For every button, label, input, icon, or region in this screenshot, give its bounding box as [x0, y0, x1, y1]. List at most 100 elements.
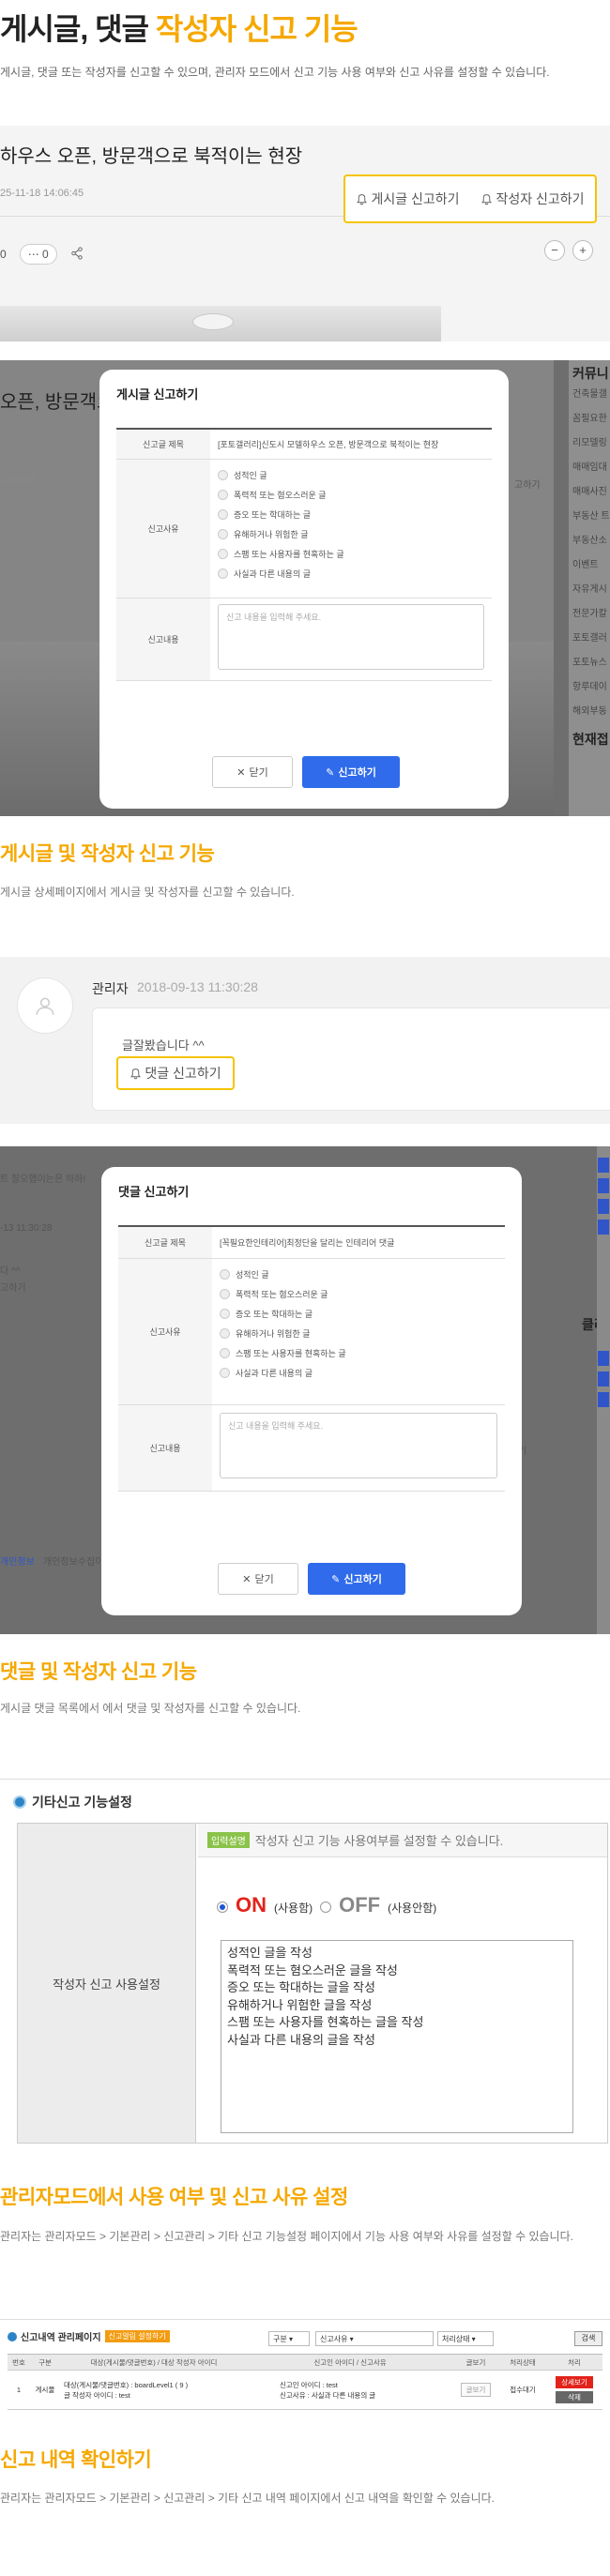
reason-line: 사실과 다른 내용의 글을 작성	[227, 2032, 375, 2047]
reason-row: 신고사유 성적인 글 폭력적 또는 혐오스러운 글 증오 또는 학대하는 글 유해하거…	[116, 460, 492, 599]
reason-option[interactable]: 증오 또는 학대하는 글	[218, 505, 484, 524]
submit-label: 신고하기	[343, 1574, 382, 1585]
sidebar-item[interactable]: 전문가칼	[569, 602, 610, 627]
radio-button[interactable]	[218, 490, 228, 500]
reason-options: 성적인 글폭력적 또는 혐오스러운 글증오 또는 학대하는 글유해하거나 위험한…	[210, 460, 492, 598]
status-filter-select[interactable]: 처리상태 ▾	[437, 2331, 494, 2346]
reason-filter-select[interactable]: 신고사유 ▾	[315, 2331, 434, 2346]
zoom-out-button[interactable]: −	[544, 240, 565, 261]
reason-option[interactable]: 폭력적 또는 혐오스러운 글	[218, 485, 484, 505]
submit-report-button[interactable]: ✎ 신고하기	[302, 756, 400, 788]
off-sub-label: (사용안함)	[388, 1902, 437, 1915]
reason-line: 폭력적 또는 혐오스러운 글을 작성	[227, 1962, 398, 1977]
sidebar-item[interactable]: 매매사진	[569, 480, 610, 505]
report-author-label: 작성자 신고하기	[496, 191, 585, 206]
sidebar-item[interactable]: 항루데이	[569, 675, 610, 700]
post-title: 하우스 오픈, 방문객으로 북적이는 현장	[0, 146, 303, 167]
sidebar-item[interactable]: 해외부동	[569, 700, 610, 724]
submit-report-button[interactable]: ✎ 신고하기	[308, 1563, 405, 1595]
reason-option[interactable]: 성적인 글	[218, 465, 484, 485]
radio-button[interactable]	[220, 1269, 230, 1280]
reason-label: 유해하거나 위험한 글	[234, 530, 309, 539]
report-post-button[interactable]: 게시글 신고하기	[356, 189, 460, 208]
background-line: 고하기	[0, 1283, 26, 1294]
close-button[interactable]: ✕ 닫기	[218, 1563, 298, 1595]
reason-option[interactable]: 성적인 글	[220, 1265, 497, 1284]
sidebar-footer: 현재접	[572, 732, 609, 747]
post-counters: 0 ⋯ 0	[0, 244, 84, 265]
sidebar-item[interactable]: 포토뉴스	[569, 651, 610, 675]
reason-label: 폭력적 또는 혐오스러운 글	[236, 1290, 328, 1299]
report-author-button[interactable]: 작성자 신고하기	[480, 189, 585, 208]
detail-button[interactable]: 상세보기	[556, 2376, 593, 2388]
reason-label: 유해하거나 위험한 글	[236, 1329, 311, 1339]
reason-row: 신고사유 성적인 글 폭력적 또는 혐오스러운 글 증오 또는 학대하는 글 유해하거…	[118, 1259, 505, 1405]
reason-option[interactable]: 유해하거나 위험한 글	[220, 1324, 497, 1343]
radio-button[interactable]	[220, 1289, 230, 1299]
reason-option[interactable]: 증오 또는 학대하는 글	[220, 1304, 497, 1324]
close-button[interactable]: ✕ 닫기	[212, 756, 293, 788]
type-filter-select[interactable]: 구분 ▾	[268, 2331, 310, 2346]
reasons-textarea[interactable]: 성적인 글을 작성 폭력적 또는 혐오스러운 글을 작성 증오 또는 학대하는 글을…	[221, 1940, 573, 2133]
background-line: -13 11:30:28	[0, 1223, 53, 1234]
sidebar-item[interactable]: 부동산소	[569, 529, 610, 553]
help-text: 작성자 신고 기능 사용여부를 설정할 수 있습니다.	[254, 1834, 504, 1848]
background-badge	[598, 1199, 609, 1214]
subject-label: 신고글 제목	[116, 430, 210, 459]
radio-button[interactable]	[220, 1368, 230, 1378]
content-label: 신고내용	[116, 599, 210, 680]
reason-label: 성적인 글	[234, 471, 267, 480]
radio-button[interactable]	[218, 529, 228, 539]
radio-button[interactable]	[218, 568, 228, 579]
reason-option[interactable]: 유해하거나 위험한 글	[218, 524, 484, 544]
notify-setting-button[interactable]: 신고알림 설정하기	[104, 2330, 170, 2342]
sidebar-item[interactable]: 매매임대	[569, 456, 610, 480]
close-label: 닫기	[254, 1574, 274, 1585]
background-link: 개인정보수집이	[43, 1557, 104, 1568]
user-icon	[36, 997, 54, 1015]
radio-button[interactable]	[218, 470, 228, 480]
zoom-in-button[interactable]: +	[572, 240, 593, 261]
content-textarea[interactable]: 신고 내용을 입력해 주세요.	[218, 604, 484, 670]
delete-button[interactable]: 삭제	[556, 2391, 593, 2403]
sidebar-item[interactable]: 이벤트	[569, 553, 610, 578]
sidebar-item[interactable]: 부동산 트	[569, 505, 610, 529]
sidebar-item[interactable]: 포토갤러	[569, 627, 610, 651]
sidebar-item[interactable]: 리모델링	[569, 432, 610, 456]
comment-count-button[interactable]: ⋯ 0	[19, 244, 57, 265]
reason-option[interactable]: 스팸 또는 사용자를 현혹하는 글	[220, 1343, 497, 1363]
avatar	[17, 977, 73, 1034]
sidebar-item[interactable]: 건축물갤	[569, 383, 610, 407]
radio-button[interactable]	[218, 549, 228, 559]
share-icon[interactable]	[70, 246, 84, 263]
radio-off[interactable]	[320, 1902, 332, 1913]
comment-view-screenshot: 관리자 2018-09-13 11:30:28 글잘봤습니다 ^^ 댓글 신고하…	[0, 957, 610, 1124]
section-list-description: 관리자는 관리자모드 > 기본관리 > 신고관리 > 기타 신고 내역 페이지에…	[0, 2492, 496, 2505]
search-button[interactable]: 검색	[574, 2331, 602, 2346]
reason-option[interactable]: 사실과 다른 내용의 글	[220, 1363, 497, 1383]
radio-on[interactable]	[217, 1902, 228, 1913]
report-form: 신고글 제목 [포토갤러리]신도시 모델하우스 오픈, 방문객으로 북적이는 현…	[116, 428, 492, 681]
row-status: 접수대기	[510, 2386, 536, 2394]
radio-button[interactable]	[220, 1348, 230, 1358]
section-post-title: 게시글 및 작성자 신고 기능	[0, 843, 215, 865]
radio-button[interactable]	[220, 1309, 230, 1319]
sidebar-item[interactable]: 자유게시	[569, 578, 610, 602]
view-post-button[interactable]: 글보기	[460, 2383, 492, 2397]
sidebar-item[interactable]: 꼼필요한	[569, 407, 610, 432]
radio-button[interactable]	[218, 509, 228, 520]
section-admin-description: 관리자는 관리자모드 > 기본관리 > 신고관리 > 기타 신고 기능설정 페이…	[0, 2230, 573, 2243]
reason-label: 사실과 다른 내용의 글	[236, 1369, 313, 1378]
radio-button[interactable]	[220, 1328, 230, 1339]
report-list-screenshot: 신고내역 관리페이지 신고알림 설정하기 구분 ▾ 신고사유 ▾ 처리상태 ▾ 검…	[0, 2319, 610, 2422]
report-comment-button[interactable]: 댓글 신고하기	[116, 1056, 235, 1090]
report-form: 신고글 제목 [꼭필요한인테리어]최정단을 달리는 인테리어 댓글 신고사유 성…	[118, 1225, 505, 1492]
reason-option[interactable]: 사실과 다른 내용의 글	[218, 564, 484, 583]
reason-option[interactable]: 폭력적 또는 혐오스러운 글	[220, 1284, 497, 1304]
background-badge	[598, 1178, 609, 1193]
subject-value: [꼭필요한인테리어]최정단을 달리는 인테리어 댓글	[220, 1238, 395, 1248]
background-badge	[598, 1220, 609, 1235]
content-textarea[interactable]: 신고 내용을 입력해 주세요.	[220, 1413, 497, 1478]
reason-option[interactable]: 스팸 또는 사용자를 현혹하는 글	[218, 544, 484, 564]
reason-label: 폭력적 또는 혐오스러운 글	[234, 491, 327, 500]
